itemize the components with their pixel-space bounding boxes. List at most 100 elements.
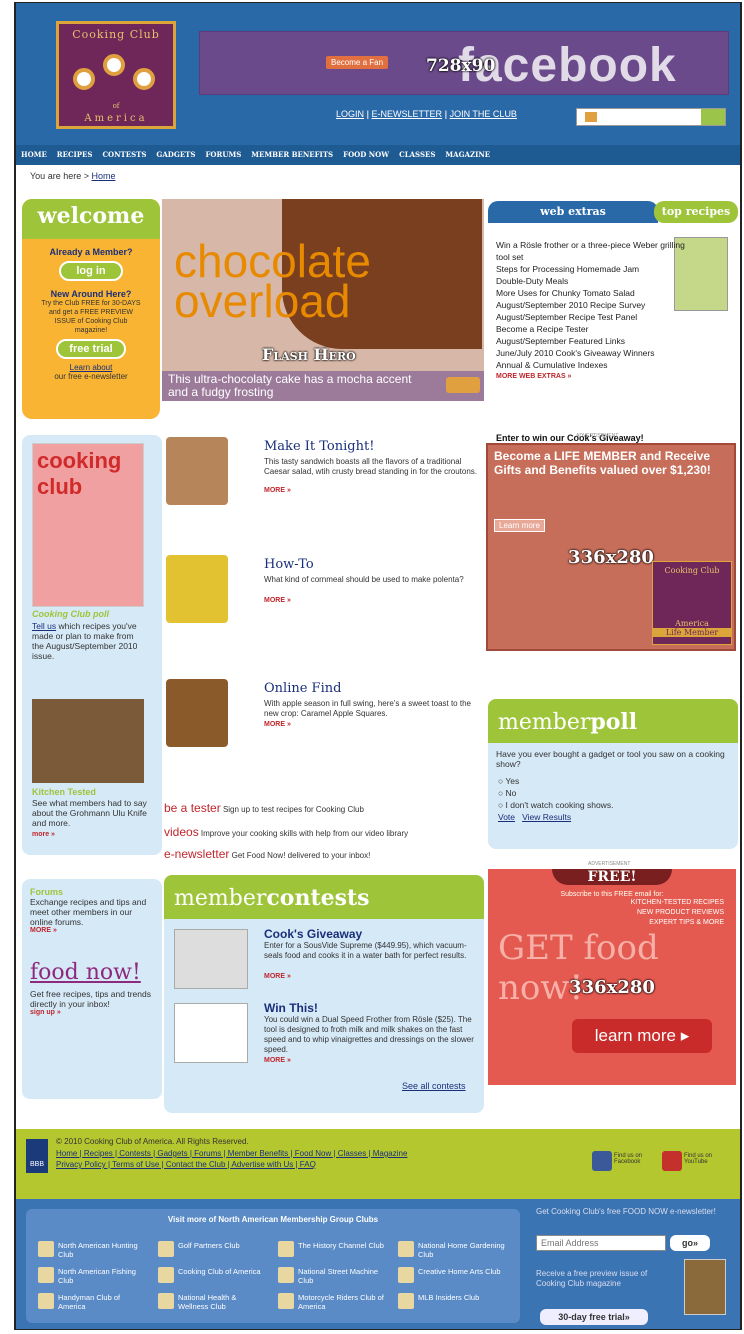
ad1-learn-more[interactable]: Learn more: [494, 519, 545, 532]
club-link[interactable]: Motorcycle Riders Club of America: [278, 1293, 388, 1311]
ad2-learn-more-button[interactable]: learn more ▸: [572, 1019, 712, 1053]
web-extra-item[interactable]: Annual & Cumulative Indexes: [496, 359, 686, 371]
site-logo[interactable]: Cooking Club of America: [56, 21, 176, 129]
pager-icon[interactable]: [446, 377, 480, 393]
facebook-icon[interactable]: [592, 1151, 612, 1171]
web-extra-item[interactable]: Double-Duty Meals: [496, 275, 686, 287]
nav-magazine[interactable]: MAGAZINE: [440, 145, 495, 159]
web-extra-item[interactable]: More Uses for Chunky Tomato Salad: [496, 287, 686, 299]
bbb-logo[interactable]: BBB: [26, 1139, 48, 1173]
youtube-text[interactable]: Find us on YouTube: [684, 1153, 724, 1165]
youtube-icon[interactable]: [662, 1151, 682, 1171]
poll-option-yes[interactable]: ○ Yes: [498, 775, 728, 787]
web-extra-item[interactable]: Steps for Processing Homemade Jam: [496, 263, 686, 275]
forums-more[interactable]: MORE »: [22, 927, 162, 934]
learn-about-link[interactable]: Learn about: [22, 363, 160, 372]
club-link[interactable]: Golf Partners Club: [158, 1241, 268, 1257]
login-link[interactable]: LOGIN: [336, 109, 364, 119]
contest-more[interactable]: MORE »: [264, 1057, 291, 1064]
breadcrumb-home[interactable]: Home: [91, 171, 115, 181]
search-button[interactable]: [701, 109, 725, 125]
go-button[interactable]: go»: [670, 1235, 710, 1251]
club-link[interactable]: Handyman Club of America: [38, 1293, 148, 1311]
free-trial-button[interactable]: free trial: [56, 339, 126, 359]
promo-videos[interactable]: videos Improve your cooking skills with …: [164, 825, 408, 839]
nav-classes[interactable]: CLASSES: [394, 145, 440, 159]
nav-food-now[interactable]: FOOD NOW: [338, 145, 394, 159]
web-extra-item[interactable]: Win a Rösle frother or a three-piece Web…: [496, 239, 686, 263]
nav-member-benefits[interactable]: MEMBER BENEFITS: [246, 145, 338, 159]
kitchen-tested-more[interactable]: more »: [32, 831, 55, 838]
join-link[interactable]: JOIN THE CLUB: [450, 109, 517, 119]
see-all-contests-link[interactable]: See all contests: [402, 1081, 466, 1091]
contest-title[interactable]: Cook's Giveaway: [264, 927, 362, 941]
nav-recipes[interactable]: RECIPES: [52, 145, 98, 159]
food-now-signup[interactable]: sign up »: [22, 1009, 162, 1016]
search-input[interactable]: [576, 108, 726, 126]
flash-hero[interactable]: chocolate overload Flash Hero This ultra-…: [162, 199, 484, 401]
club-link[interactable]: North American Hunting Club: [38, 1241, 148, 1259]
club-link[interactable]: National Street Machine Club: [278, 1267, 388, 1285]
web-extra-item[interactable]: August/September Featured Links: [496, 335, 686, 347]
nav-contests[interactable]: CONTESTS: [97, 145, 151, 159]
club-link[interactable]: Creative Home Arts Club: [398, 1267, 508, 1283]
become-fan-button[interactable]: Become a Fan: [326, 56, 389, 69]
frother-image[interactable]: [174, 1003, 248, 1063]
feature-title[interactable]: Online Find: [264, 681, 341, 696]
view-results-link[interactable]: View Results: [522, 812, 571, 822]
club-name: Motorcycle Riders Club of America: [298, 1293, 384, 1311]
contest-title[interactable]: Win This!: [264, 1001, 318, 1015]
poll-option-no[interactable]: ○ No: [498, 787, 728, 799]
ad1-headline: Become a LIFE MEMBER and Receive Gifts a…: [494, 449, 711, 477]
email-field[interactable]: [536, 1235, 666, 1251]
login-button[interactable]: log in: [59, 261, 123, 281]
feature-more[interactable]: MORE »: [264, 721, 291, 728]
facebook-text[interactable]: Find us on Facebook: [614, 1153, 654, 1165]
poll-option-none[interactable]: ○ I don't watch cooking shows.: [498, 799, 728, 811]
club-link[interactable]: Cooking Club of America: [158, 1267, 268, 1283]
sep: |: [364, 109, 372, 119]
sandwich-image[interactable]: [166, 437, 228, 505]
cornmeal-image[interactable]: [166, 555, 228, 623]
club-link[interactable]: National Health & Wellness Club: [158, 1293, 268, 1311]
life-member-ad[interactable]: Become a LIFE MEMBER and Receive Gifts a…: [486, 443, 736, 651]
sousvide-image[interactable]: [174, 929, 248, 989]
forums-text: Exchange recipes and tips and meet other…: [30, 897, 147, 927]
free-trial-button[interactable]: 30-day free trial»: [540, 1309, 648, 1325]
magazine-thumb[interactable]: [684, 1259, 726, 1315]
vote-link[interactable]: Vote: [498, 812, 515, 822]
web-extra-item[interactable]: Become a Recipe Tester: [496, 323, 686, 335]
poll-link[interactable]: Tell us: [32, 621, 56, 631]
feature-more[interactable]: MORE »: [264, 487, 291, 494]
web-extra-item[interactable]: August/September 2010 Recipe Survey: [496, 299, 686, 311]
apple-squares-image[interactable]: [166, 679, 228, 747]
club-link[interactable]: MLB Insiders Club: [398, 1293, 508, 1309]
more-web-extras-link[interactable]: MORE WEB EXTRAS »: [496, 371, 686, 383]
club-link[interactable]: The History Channel Club: [278, 1241, 388, 1257]
feature-title[interactable]: How-To: [264, 557, 314, 572]
contest-more[interactable]: MORE »: [264, 973, 291, 980]
enewsletter-link[interactable]: E-NEWSLETTER: [372, 109, 443, 119]
club-link[interactable]: North American Fishing Club: [38, 1267, 148, 1285]
promo-tester[interactable]: be a tester Sign up to test recipes for …: [164, 801, 364, 815]
giveaway-link[interactable]: Enter to win our Cook's Giveaway!: [496, 433, 644, 443]
promo-newsletter[interactable]: e-newsletter Get Food Now! delivered to …: [164, 847, 370, 861]
magazine-cover[interactable]: cooking club: [32, 443, 144, 607]
footer-links-1[interactable]: Home | Recipes | Contests | Gadgets | Fo…: [56, 1149, 407, 1158]
footer-links-2[interactable]: Privacy Policy | Terms of Use | Contact …: [56, 1160, 316, 1169]
tab-web-extras[interactable]: web extras: [488, 201, 658, 223]
knife-image[interactable]: [32, 699, 144, 783]
tab-top-recipes[interactable]: top recipes: [654, 201, 738, 223]
club-link[interactable]: National Home Gardening Club: [398, 1241, 508, 1259]
feature-more[interactable]: MORE »: [264, 597, 291, 604]
feature-title[interactable]: Make It Tonight!: [264, 439, 374, 454]
food-now-ad[interactable]: FREE! Subscribe to this FREE email for: …: [488, 869, 736, 1085]
nav-forums[interactable]: FORUMS: [200, 145, 246, 159]
web-extra-item[interactable]: June/July 2010 Cook's Giveaway Winners: [496, 347, 686, 359]
forums-title[interactable]: Forums: [22, 879, 162, 897]
web-extra-item[interactable]: August/September Recipe Test Panel: [496, 311, 686, 323]
nav-gadgets[interactable]: GADGETS: [151, 145, 200, 159]
nav-home[interactable]: HOME: [16, 145, 52, 159]
food-now-title[interactable]: food now!: [22, 934, 162, 985]
facebook-ad[interactable]: facebook Become a Fan 728x90: [199, 31, 729, 95]
